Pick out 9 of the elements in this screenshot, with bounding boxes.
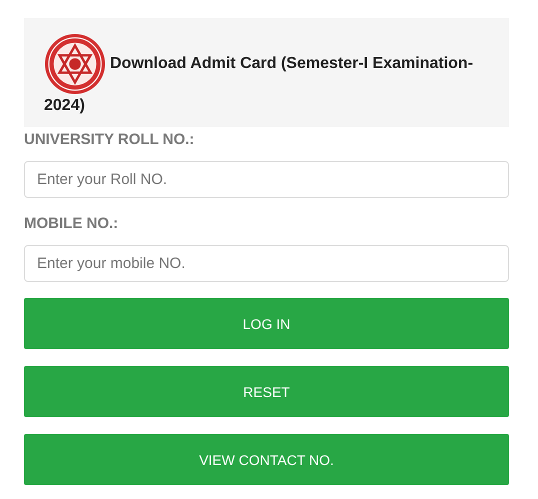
field-label: MOBILE NO.: [24,215,120,232]
emblem-icon [44,33,106,95]
input-field[interactable]: Enter your mobile NO. [24,245,509,282]
field-label: UNIVERSITY ROLL NO.: [24,131,196,148]
input-field[interactable]: Enter your Roll NO. [24,161,509,198]
action-button[interactable]: RESET [24,366,509,417]
action-button[interactable]: VIEW CONTACT NO. [24,434,509,485]
action-button[interactable]: LOG IN [24,298,509,349]
page-title: Download Admit Card (Semester-I Examination-2024) [24,33,499,117]
